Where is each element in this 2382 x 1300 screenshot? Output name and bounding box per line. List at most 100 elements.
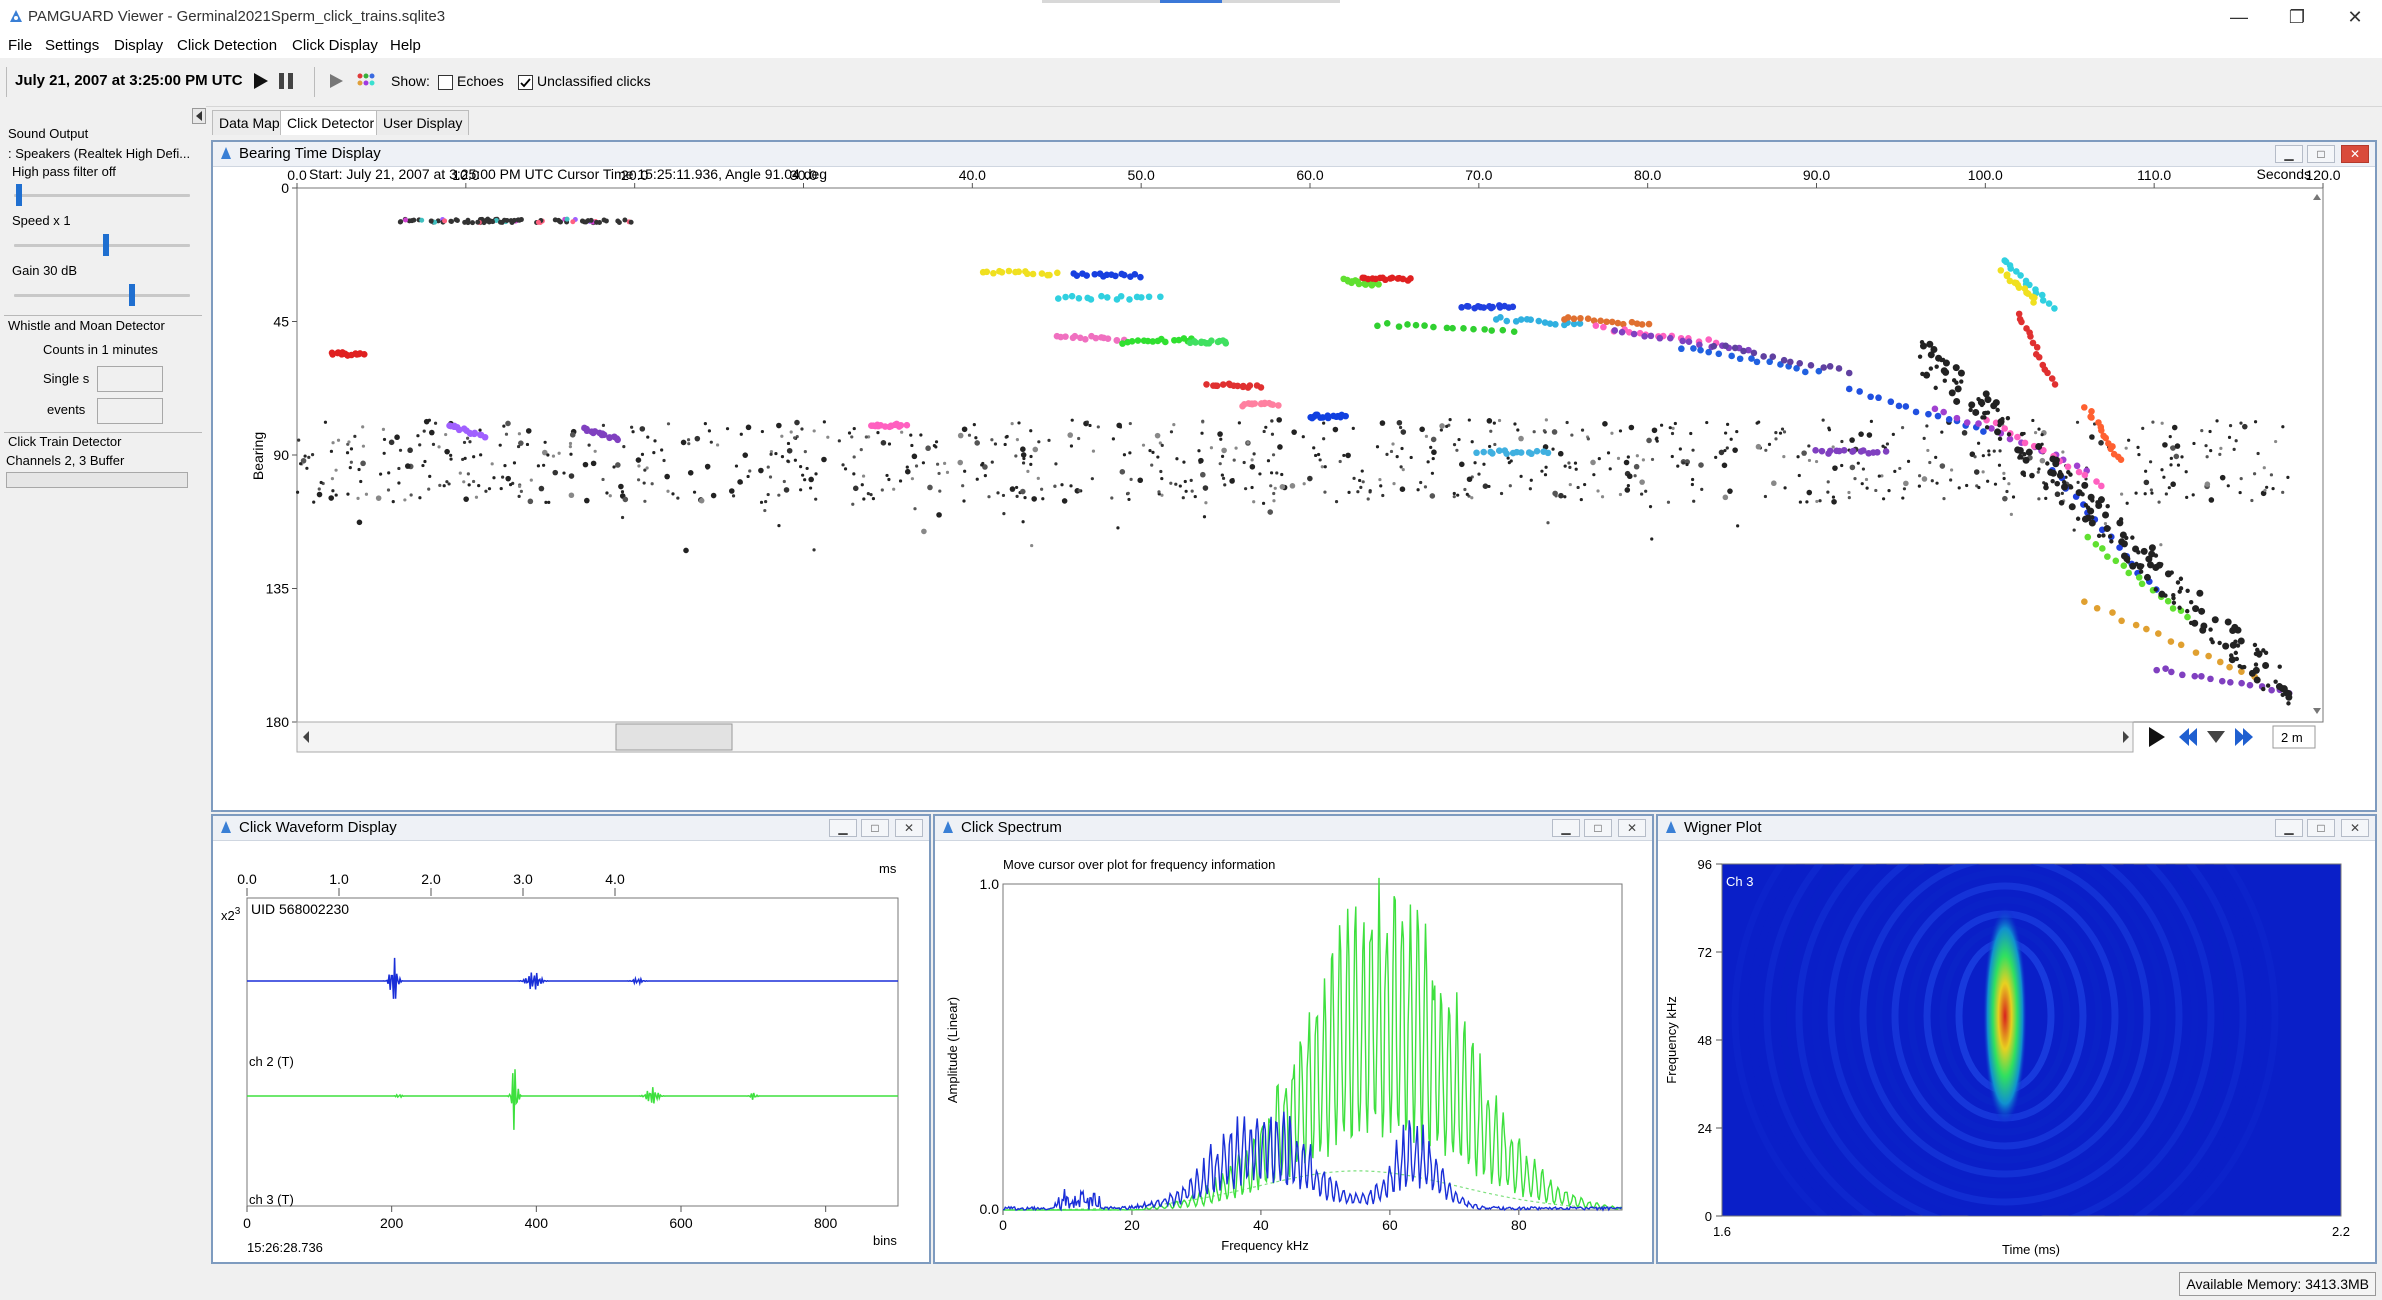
click-marker bbox=[1169, 481, 1173, 485]
bearing-time-plot[interactable]: Start: July 21, 2007 at 3:25:00 PM UTC C… bbox=[213, 166, 2375, 810]
gain-slider[interactable] bbox=[14, 294, 190, 297]
waveform-bottom-axis: 0 200 400 600 800 bbox=[243, 1206, 838, 1231]
click-marker bbox=[1352, 476, 1356, 480]
click-marker bbox=[1858, 431, 1864, 437]
click-marker bbox=[1375, 445, 1380, 449]
click-marker bbox=[490, 462, 494, 466]
click-marker bbox=[1499, 326, 1507, 334]
y-tick-label: 0 bbox=[1705, 1209, 1712, 1224]
menu-click-detection[interactable]: Click Detection bbox=[177, 37, 277, 54]
click-marker bbox=[1023, 270, 1031, 278]
menu-settings[interactable]: Settings bbox=[45, 37, 99, 54]
click-marker bbox=[2117, 456, 2125, 463]
click-marker bbox=[346, 492, 350, 496]
click-marker bbox=[812, 429, 816, 433]
click-marker bbox=[794, 419, 800, 426]
click-marker bbox=[1270, 432, 1275, 436]
click-marker bbox=[630, 425, 634, 429]
tab-data-map[interactable]: Data Map bbox=[212, 110, 287, 135]
menu-click-display[interactable]: Click Display bbox=[292, 37, 378, 54]
click-marker bbox=[1630, 330, 1638, 338]
dropdown-icon[interactable] bbox=[2207, 731, 2225, 743]
x-tick-label: 20.0 bbox=[621, 167, 648, 183]
speed-slider-thumb[interactable] bbox=[102, 234, 109, 256]
frame-close-button[interactable]: ✕ bbox=[895, 819, 923, 837]
click-marker bbox=[1945, 416, 1953, 423]
click-marker bbox=[622, 496, 629, 503]
echoes-checkbox[interactable] bbox=[438, 75, 453, 90]
click-marker bbox=[568, 445, 572, 449]
click-marker bbox=[2054, 491, 2061, 498]
click-marker bbox=[433, 421, 438, 425]
time-scrollbar[interactable] bbox=[296, 721, 2134, 753]
click-marker bbox=[1148, 448, 1152, 453]
click-marker bbox=[1046, 271, 1053, 279]
click-marker bbox=[680, 439, 687, 446]
frame-close-button[interactable]: ✕ bbox=[2341, 145, 2369, 163]
click-marker bbox=[2002, 471, 2006, 475]
click-marker bbox=[1949, 478, 1953, 482]
restore-button[interactable]: ❐ bbox=[2268, 0, 2326, 34]
menu-help[interactable]: Help bbox=[390, 37, 421, 54]
click-marker bbox=[438, 483, 442, 487]
click-marker bbox=[1903, 480, 1909, 487]
unclassified-checkbox[interactable] bbox=[518, 75, 533, 90]
click-marker bbox=[543, 440, 547, 444]
click-marker bbox=[2068, 485, 2074, 490]
click-marker bbox=[525, 428, 532, 434]
time-scrollbar-thumb[interactable] bbox=[615, 723, 733, 751]
waveform-plot[interactable]: ms 0.0 1.0 2.0 3.0 4.0 x23 UID 568002230 ch … bbox=[213, 840, 929, 1262]
click-marker bbox=[2141, 426, 2145, 430]
click-marker bbox=[1307, 475, 1313, 482]
menu-file[interactable]: File bbox=[8, 37, 32, 54]
tab-click-detector[interactable]: Click Detector bbox=[280, 110, 382, 135]
click-marker bbox=[2124, 446, 2128, 450]
high-pass-slider[interactable] bbox=[14, 194, 190, 197]
pause-icon[interactable] bbox=[277, 71, 297, 91]
wigner-plot[interactable]: Ch 3 Frequency kHz 96 72 48 24 0 1.6 2.2 Tim… bbox=[1658, 840, 2375, 1262]
menu-display[interactable]: Display bbox=[114, 37, 163, 54]
close-button[interactable]: ✕ bbox=[2326, 0, 2382, 34]
click-marker bbox=[728, 488, 735, 494]
fast-forward-icon[interactable] bbox=[2235, 728, 2253, 746]
click-marker bbox=[1493, 442, 1497, 447]
spectrum-plot-area[interactable] bbox=[1002, 883, 1623, 1211]
frame-maximize-button[interactable]: □ bbox=[1584, 819, 1612, 837]
click-marker bbox=[1715, 350, 1723, 358]
gain-slider-thumb[interactable] bbox=[128, 284, 135, 306]
click-marker bbox=[703, 422, 707, 426]
frame-maximize-button[interactable]: □ bbox=[861, 819, 889, 837]
click-marker bbox=[310, 453, 315, 457]
frame-minimize-button[interactable]: ▁ bbox=[1552, 819, 1580, 837]
click-marker bbox=[1920, 371, 1925, 377]
rewind-icon[interactable] bbox=[2179, 728, 2197, 746]
click-marker bbox=[814, 472, 818, 476]
frame-close-button[interactable]: ✕ bbox=[2341, 819, 2369, 837]
click-marker bbox=[1183, 479, 1187, 484]
frame-close-button[interactable]: ✕ bbox=[1618, 819, 1646, 837]
play-forward-icon[interactable] bbox=[2149, 727, 2165, 747]
play-icon[interactable] bbox=[252, 71, 270, 91]
frame-minimize-button[interactable]: ▁ bbox=[2275, 819, 2303, 837]
frame-minimize-button[interactable]: ▁ bbox=[829, 819, 857, 837]
click-marker bbox=[1552, 321, 1559, 328]
color-dots-icon[interactable] bbox=[356, 72, 376, 90]
panel-divider bbox=[4, 315, 202, 316]
waveform-plot-area[interactable] bbox=[246, 897, 899, 1207]
frame-maximize-button[interactable]: □ bbox=[2307, 819, 2335, 837]
play-gray-icon[interactable] bbox=[328, 72, 346, 90]
click-marker bbox=[1128, 421, 1132, 426]
click-marker bbox=[1529, 478, 1533, 482]
spectrum-plot[interactable]: Move cursor over plot for frequency info… bbox=[935, 840, 1652, 1262]
click-marker bbox=[1567, 461, 1571, 465]
high-pass-slider-thumb[interactable] bbox=[16, 184, 23, 206]
minimize-button[interactable]: — bbox=[2210, 0, 2268, 34]
frame-maximize-button[interactable]: □ bbox=[2307, 145, 2335, 163]
click-marker bbox=[1020, 446, 1026, 453]
tab-user-display[interactable]: User Display bbox=[376, 110, 470, 135]
click-marker bbox=[1953, 414, 1961, 422]
click-marker bbox=[2217, 640, 2222, 646]
collapse-panel-icon[interactable] bbox=[192, 108, 206, 124]
click-marker bbox=[1972, 408, 1980, 416]
frame-minimize-button[interactable]: ▁ bbox=[2275, 145, 2303, 163]
